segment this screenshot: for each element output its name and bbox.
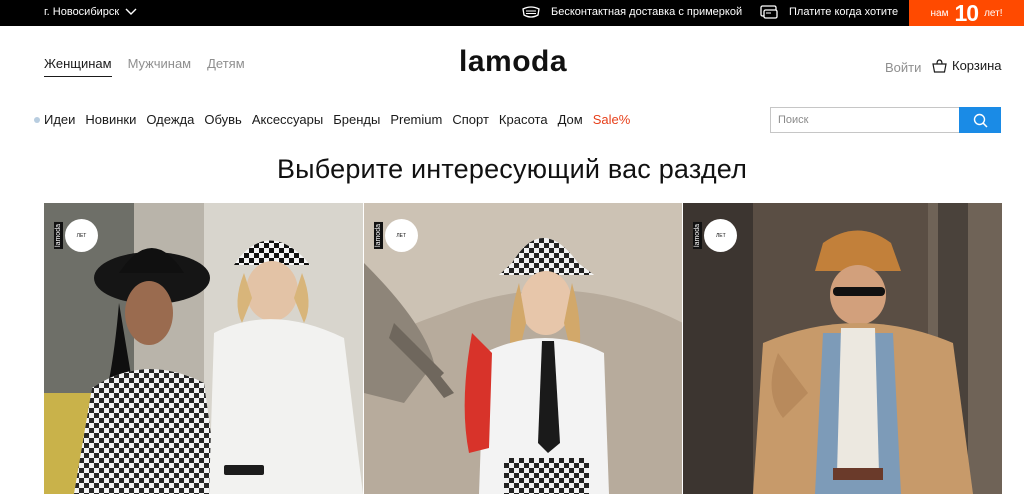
category-card-kids[interactable]: lamoda ЛЕТ [363, 203, 683, 494]
badge-text: ЛЕТ [396, 232, 406, 239]
cart-icon [932, 58, 947, 73]
gender-tabs: Женщинам Мужчинам Детям [44, 56, 245, 77]
anniversary-number: 10 [954, 0, 979, 26]
logo-moda: moda [485, 45, 568, 78]
anniversary-badge: lamoda ЛЕТ [54, 219, 98, 252]
login-link[interactable]: Войти [885, 60, 921, 75]
search-button[interactable] [959, 107, 1001, 133]
tab-kids[interactable]: Детям [207, 56, 245, 77]
anniversary-prefix: нам [930, 7, 949, 19]
promo-pay-text: Платите когда хотите [789, 6, 899, 18]
badge-circle: ЛЕТ [65, 219, 98, 252]
cart-label: Корзина [952, 58, 1002, 73]
category-nav: Идеи Новинки Одежда Обувь Аксессуары Бре… [34, 112, 640, 127]
city-selector[interactable]: г. Новосибирск [44, 6, 137, 18]
nav-item-sale[interactable]: Sale% [593, 112, 631, 127]
nav-item-clothing[interactable]: Одежда [146, 112, 194, 127]
category-card-men[interactable]: lamoda ЛЕТ [683, 203, 1003, 494]
badge-circle: ЛЕТ [384, 219, 418, 252]
nav-item-accessories[interactable]: Аксессуары [252, 112, 323, 127]
category-card-women[interactable]: lamoda ЛЕТ [44, 203, 363, 494]
top-bar: г. Новосибирск Бесконтактная доставка с … [0, 0, 1024, 26]
ideas-dot-icon [34, 116, 40, 123]
search-input[interactable] [770, 107, 959, 133]
page-title: Выберите интересующий вас раздел [276, 154, 748, 184]
logo-la: la [459, 45, 486, 78]
category-cards: lamoda ЛЕТ lamoda ЛЕТ lamoda ЛЕТ [44, 203, 1003, 494]
lamoda-logo[interactable]: lamoda [459, 45, 567, 79]
tab-women[interactable]: Женщинам [44, 56, 112, 77]
anniversary-badge: lamoda ЛЕТ [373, 219, 418, 252]
anniversary-banner[interactable]: нам 10 лет! [909, 0, 1024, 26]
nav-item-shoes[interactable]: Обувь [204, 112, 241, 127]
nav-item-home[interactable]: Дом [558, 112, 583, 127]
nav-item-sport[interactable]: Спорт [452, 112, 489, 127]
mask-icon [522, 6, 540, 18]
promo-pay[interactable]: Платите когда хотите [759, 4, 898, 20]
nav-item-beauty[interactable]: Красота [499, 112, 548, 127]
search-icon [973, 113, 988, 128]
tab-men[interactable]: Мужчинам [128, 56, 192, 77]
chevron-down-icon [125, 8, 137, 15]
badge-text: ЛЕТ [76, 232, 87, 239]
promo-delivery[interactable]: Бесконтактная доставка с примеркой [521, 4, 742, 20]
badge-circle: ЛЕТ [704, 219, 738, 252]
badge-brand: lamoda [693, 222, 703, 249]
city-label: г. Новосибирск [44, 6, 120, 18]
promo-delivery-text: Бесконтактная доставка с примеркой [551, 6, 743, 18]
cart-link[interactable]: Корзина [932, 58, 1002, 73]
nav-item-premium[interactable]: Premium [390, 112, 442, 127]
search-bar [770, 107, 1001, 133]
nav-item-brands[interactable]: Бренды [333, 112, 380, 127]
badge-brand: lamoda [373, 222, 383, 249]
badge-brand: lamoda [54, 222, 63, 249]
anniversary-badge: lamoda ЛЕТ [693, 219, 738, 252]
badge-text: ЛЕТ [716, 232, 726, 239]
nav-item-new[interactable]: Новинки [85, 112, 136, 127]
anniversary-suffix: лет! [984, 7, 1003, 19]
payment-card-icon [760, 5, 778, 19]
nav-item-ideas[interactable]: Идеи [44, 112, 75, 127]
